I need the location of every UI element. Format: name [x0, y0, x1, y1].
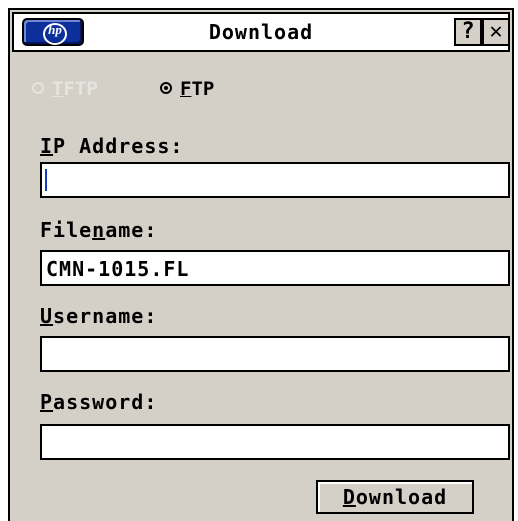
username-field[interactable] — [40, 336, 510, 372]
filename-mnemonic: n — [92, 218, 106, 242]
radio-tftp-mnemonic: T — [52, 78, 64, 100]
filename-label: Filename: — [40, 218, 157, 242]
password-label-text: assword: — [53, 390, 158, 414]
ip-address-mnemonic: I — [40, 134, 54, 158]
filename-field[interactable]: CMN-1015.FL — [40, 250, 510, 286]
filename-label-prefix: File — [40, 218, 93, 242]
download-label: ownload — [355, 485, 448, 509]
radio-ftp[interactable]: FTP — [160, 78, 214, 100]
radio-ftp-mnemonic: F — [180, 78, 192, 100]
username-label: Username: — [40, 304, 157, 328]
filename-value: CMN-1015.FL — [46, 257, 190, 281]
ip-address-label: IP Address: — [40, 134, 183, 158]
ip-address-field[interactable] — [40, 162, 510, 198]
radio-unselected-icon — [32, 81, 44, 94]
radio-selected-icon — [160, 81, 172, 94]
password-mnemonic: P — [40, 390, 54, 414]
username-mnemonic: U — [40, 304, 54, 328]
password-label: Password: — [40, 390, 157, 414]
title-bar: hp Download ? ✕ — [12, 12, 510, 52]
radio-tftp[interactable]: TFTP — [32, 78, 98, 100]
help-button[interactable]: ? — [454, 18, 482, 46]
close-button[interactable]: ✕ — [482, 18, 510, 46]
password-field[interactable] — [40, 424, 510, 460]
download-button[interactable]: Download — [316, 480, 474, 514]
text-caret — [45, 169, 47, 191]
filename-label-text: ame: — [105, 218, 158, 242]
window-title: Download — [208, 20, 314, 44]
download-dialog: hp Download ? ✕ TFTP FTP IP Address: Fil… — [8, 8, 514, 521]
download-mnemonic: D — [342, 485, 356, 509]
username-label-text: sername: — [53, 304, 158, 328]
ip-address-label-text: P Address: — [53, 134, 184, 158]
radio-ftp-label: TP — [191, 78, 215, 100]
radio-tftp-label: FTP — [63, 78, 98, 100]
